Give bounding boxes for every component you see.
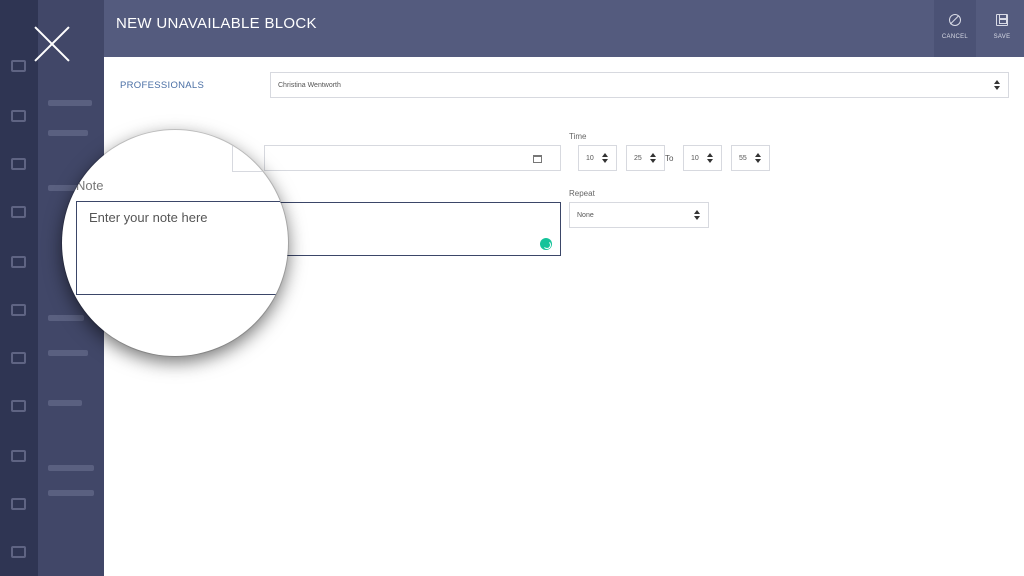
- date-input[interactable]: [264, 145, 561, 171]
- save-icon: [996, 14, 1008, 26]
- gear-icon: [11, 546, 26, 558]
- cancel-icon: [949, 14, 961, 26]
- money-icon: [11, 352, 26, 364]
- cancel-button[interactable]: CANCEL: [934, 0, 976, 57]
- background-sidebar: [0, 0, 38, 576]
- start-minute-value: 25: [634, 154, 642, 162]
- updown-arrows-icon: [694, 210, 700, 220]
- note-textarea[interactable]: [264, 202, 561, 256]
- calendar-icon: [11, 110, 26, 122]
- updown-arrows-icon: [707, 153, 713, 163]
- background-text: [48, 350, 88, 356]
- calendar-icon: [11, 60, 26, 72]
- card-icon: [11, 256, 26, 268]
- professionals-select[interactable]: Christina Wentworth: [270, 72, 1009, 98]
- drawer-header: NEW UNAVAILABLE BLOCK CANCEL SAVE: [104, 0, 1024, 57]
- professionals-label: PROFESSIONALS: [120, 80, 205, 91]
- save-button[interactable]: SAVE: [981, 0, 1023, 57]
- grammarly-icon[interactable]: [540, 238, 552, 250]
- end-minute-select[interactable]: 55: [731, 145, 770, 171]
- box-icon: [11, 400, 26, 412]
- date-label: Date: [117, 130, 134, 139]
- repeat-label: Repeat: [569, 189, 595, 198]
- repeat-select[interactable]: None: [569, 202, 709, 228]
- cancel-label: CANCEL: [941, 34, 969, 40]
- calendar-icon: [533, 155, 542, 163]
- updown-arrows-icon: [755, 153, 761, 163]
- background-text: [48, 315, 84, 321]
- drawer-title: NEW UNAVAILABLE BLOCK: [116, 15, 317, 32]
- magnifier-overlay: Date Note Enter your note here: [62, 130, 288, 356]
- time-to-label: To: [665, 154, 674, 163]
- professionals-selected-value: Christina Wentworth: [278, 81, 341, 89]
- end-minute-value: 55: [739, 154, 747, 162]
- save-label: SAVE: [993, 34, 1011, 40]
- updown-arrows-icon: [602, 153, 608, 163]
- briefcase-icon: [11, 304, 26, 316]
- mail-icon: [11, 498, 26, 510]
- note-textarea-zoomed[interactable]: Enter your note here: [76, 201, 288, 295]
- note-placeholder: Enter your note here: [89, 210, 208, 225]
- chart-icon: [11, 450, 26, 462]
- users-icon: [11, 158, 26, 170]
- background-text: [48, 130, 88, 136]
- background-text: [48, 400, 82, 406]
- end-hour-select[interactable]: 10: [683, 145, 722, 171]
- start-minute-select[interactable]: 25: [626, 145, 665, 171]
- start-hour-value: 10: [586, 154, 594, 162]
- note-label: Note: [76, 178, 104, 193]
- background-text: [48, 465, 94, 471]
- updown-arrows-icon: [994, 80, 1000, 90]
- date-input-zoomed[interactable]: [232, 144, 288, 172]
- end-hour-value: 10: [691, 154, 699, 162]
- close-drawer-icon[interactable]: [32, 24, 72, 64]
- background-text: [48, 490, 94, 496]
- updown-arrows-icon: [650, 153, 656, 163]
- background-text: [48, 185, 78, 191]
- list-icon: [11, 206, 26, 218]
- background-text: [48, 100, 92, 106]
- repeat-selected-value: None: [577, 211, 594, 219]
- time-label: Time: [569, 132, 587, 141]
- start-hour-select[interactable]: 10: [578, 145, 617, 171]
